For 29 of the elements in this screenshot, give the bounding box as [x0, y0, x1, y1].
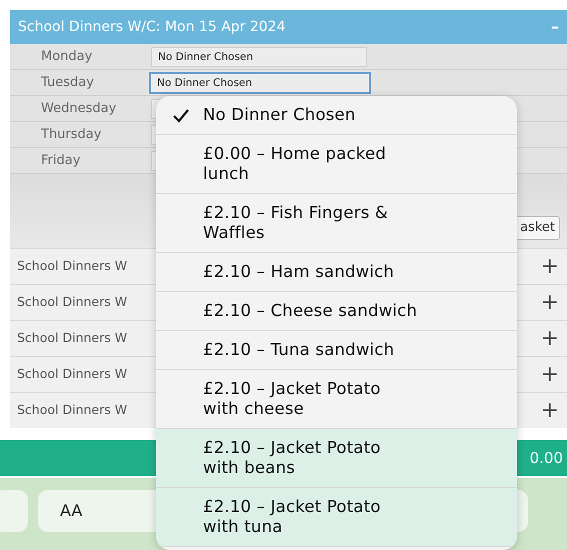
week-title: School Dinners W: [17, 329, 128, 348]
day-label: Thursday: [40, 126, 102, 144]
dropdown-option[interactable]: £2.10 – Jacket Potato with tuna: [156, 488, 517, 547]
dinner-select[interactable]: No Dinner Chosen: [151, 46, 367, 66]
day-label: Monday: [40, 48, 94, 66]
week-title: School Dinners W: [17, 293, 128, 312]
dinner-select[interactable]: No Dinner Chosen: [149, 72, 371, 94]
expand-symbol[interactable]: +: [540, 394, 559, 427]
week-title: School Dinners W: [17, 257, 128, 276]
expand-symbol[interactable]: +: [540, 250, 559, 283]
basket-button[interactable]: asket: [515, 216, 560, 240]
total-amount: 0.00: [530, 448, 563, 469]
expand-symbol[interactable]: +: [540, 358, 559, 391]
dropdown-option[interactable]: No Dinner Chosen: [156, 96, 517, 135]
day-label: Wednesday: [40, 100, 118, 118]
expand-symbol[interactable]: +: [540, 286, 559, 319]
day-label: Friday: [40, 152, 82, 170]
dropdown-option[interactable]: £2.10 – Ham sandwich: [156, 253, 517, 292]
dropdown-option[interactable]: £2.10 – Jacket Potato with beans: [156, 429, 517, 488]
dropdown-option[interactable]: £2.10 – Cheese sandwich: [156, 292, 517, 331]
day-label: Tuesday: [40, 74, 95, 92]
dropdown-option[interactable]: £2.10 – Tuna sandwich: [156, 331, 517, 370]
dropdown-option[interactable]: £2.10 – Fish Fingers & Waffles: [156, 194, 517, 253]
expand-symbol[interactable]: +: [540, 322, 559, 355]
week-title: School Dinners W: [17, 365, 128, 384]
panel-title: School Dinners W/C: Mon 15 Apr 2024: [18, 18, 286, 36]
week-title: School Dinners W: [17, 401, 128, 420]
toolbar-button[interactable]: [0, 490, 28, 532]
dropdown-option[interactable]: £0.00 – Home packed lunch: [156, 135, 517, 194]
